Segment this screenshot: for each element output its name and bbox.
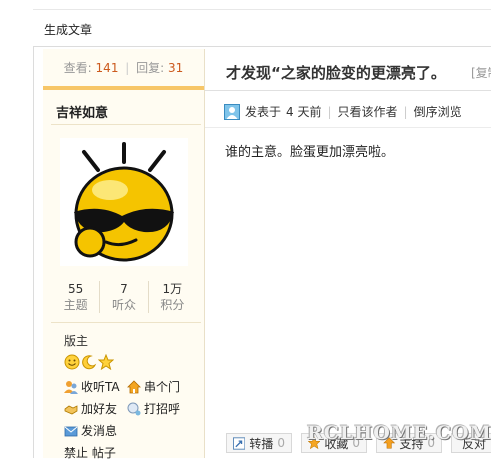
views-label: 查看: (63, 61, 92, 75)
smile-medal-icon (64, 354, 80, 370)
message-link[interactable]: 发消息 (64, 422, 117, 439)
count-label: 积分 (160, 298, 185, 312)
people-icon (64, 380, 78, 394)
top-rule (33, 9, 491, 10)
ban-links[interactable]: 禁止 帖子 (64, 444, 116, 461)
meta-separator: | (403, 104, 408, 119)
author-name[interactable]: 吉祥如意 (56, 102, 108, 121)
frame-left-border (33, 47, 34, 458)
message-label: 发消息 (81, 424, 118, 438)
title-divider (205, 90, 491, 91)
user-online-icon (224, 103, 240, 120)
relay-icon (233, 436, 246, 450)
star-medal-icon (98, 354, 114, 370)
header-rule (33, 46, 491, 47)
thread-stats: 查看: 141 | 回复: 31 (43, 59, 204, 76)
counts-divider (51, 322, 201, 323)
visit-label: 串个门 (144, 380, 181, 394)
copy-link[interactable]: [复制 (471, 64, 491, 81)
post-meta: 发表于 4 天前 | 只看该作者 | 倒序浏览 (224, 103, 462, 120)
author-sidebar: 查看: 141 | 回复: 31 吉祥如意 55 主题 7 听众 1万 积分 版… (43, 49, 205, 461)
avatar-image (74, 142, 174, 262)
stats-separator: | (125, 61, 130, 75)
only-author-link[interactable]: 只看该作者 (338, 103, 398, 120)
reverse-order-link[interactable]: 倒序浏览 (414, 103, 462, 120)
count-topics[interactable]: 55 主题 (52, 281, 101, 313)
visit-link[interactable]: 串个门 (127, 378, 180, 395)
views-count: 141 (95, 61, 119, 75)
add-friend-link[interactable]: 加好友 (64, 400, 117, 417)
count-points[interactable]: 1万 积分 (149, 281, 196, 313)
post-content: 谁的主意。脸蛋更加漂亮啦。 (225, 145, 395, 160)
relay-button[interactable]: 转播 0 (226, 433, 292, 453)
replies-count: 31 (168, 61, 184, 75)
handshake-icon (64, 404, 78, 414)
meta-separator: | (327, 104, 332, 119)
posted-time: 4 天前 (286, 105, 322, 119)
count-label: 主题 (63, 298, 88, 312)
greet-icon (127, 402, 141, 415)
meta-divider (205, 127, 491, 128)
count-value: 7 (120, 282, 128, 296)
count-value: 1万 (162, 282, 183, 296)
post-title: 才发现“之家的脸变的更漂亮了。 (226, 64, 446, 82)
medal-row (64, 354, 114, 370)
home-icon (127, 379, 141, 393)
generate-article-link[interactable]: 生成文章 (44, 21, 92, 38)
add-friend-label: 加好友 (81, 402, 118, 416)
follow-link[interactable]: 收听TA (64, 378, 120, 395)
site-watermark: RCLHOME.COM (307, 422, 491, 444)
ban-label: 禁止 帖子 (64, 446, 116, 460)
greet-label: 打招呼 (144, 402, 181, 416)
moon-medal-icon (82, 355, 97, 370)
replies-label: 回复: (136, 61, 165, 75)
posted-label: 发表于 (245, 105, 282, 119)
author-header-bar (43, 86, 204, 90)
user-group[interactable]: 版主 (64, 332, 88, 349)
avatar[interactable] (60, 138, 188, 266)
count-value: 55 (68, 282, 84, 296)
name-divider (51, 124, 201, 125)
count-listeners[interactable]: 7 听众 (100, 281, 149, 313)
author-counts: 55 主题 7 听众 1万 积分 (52, 281, 196, 313)
relay-label: 转播 (249, 436, 274, 451)
follow-label: 收听TA (81, 380, 120, 394)
relay-count: 0 (277, 436, 285, 450)
count-label: 听众 (111, 298, 136, 312)
envelope-icon (64, 426, 78, 436)
greet-link[interactable]: 打招呼 (127, 400, 180, 417)
